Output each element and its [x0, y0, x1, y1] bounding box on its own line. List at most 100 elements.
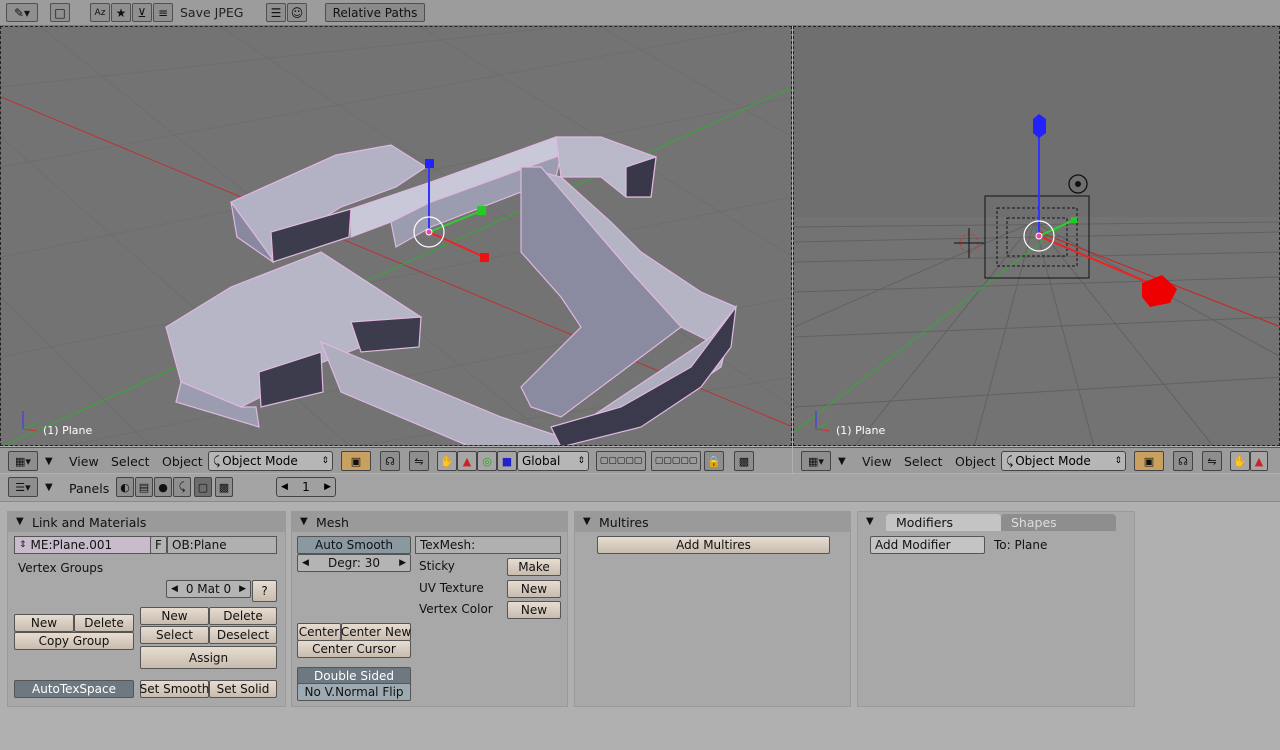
sort-alpha-button[interactable]: Az: [90, 3, 110, 22]
layer-buttons-1[interactable]: ▢▢▢▢▢: [596, 451, 646, 471]
set-smooth-button[interactable]: Set Smooth: [140, 680, 209, 698]
window-toggle-button[interactable]: □: [50, 3, 70, 22]
scene-context-button[interactable]: ▩: [215, 477, 233, 497]
material-select-button[interactable]: Select: [140, 626, 209, 644]
manipulator-toggle[interactable]: ✋: [1230, 451, 1250, 471]
pivot-button[interactable]: ☊: [380, 451, 400, 471]
material-delete-button[interactable]: Delete: [209, 607, 277, 625]
modifier-target-label: To: Plane: [994, 538, 1048, 552]
center-new-button[interactable]: Center New: [341, 623, 411, 641]
translate-manipulator[interactable]: ▲: [457, 451, 477, 471]
editor-type-button[interactable]: ✎▾: [6, 3, 38, 22]
sort-ext-button[interactable]: ≡: [153, 3, 173, 22]
tex-mesh-field[interactable]: TexMesh:: [415, 536, 561, 554]
buttons-window-icon: ☰▾: [15, 480, 31, 494]
auto-smooth-toggle[interactable]: Auto Smooth: [297, 536, 411, 554]
auto-tex-space-toggle[interactable]: AutoTexSpace: [14, 680, 134, 698]
pivot-button[interactable]: ☊: [1173, 451, 1193, 471]
fake-user-button[interactable]: F: [150, 536, 167, 554]
x-handle[interactable]: [480, 253, 489, 262]
material-new-button[interactable]: New: [140, 607, 209, 625]
scale-manipulator[interactable]: ■: [497, 451, 517, 471]
details-toggle-button[interactable]: ☰: [266, 3, 286, 22]
orientation-select[interactable]: Global ⇕: [517, 451, 589, 471]
object-menu[interactable]: Object: [162, 454, 203, 469]
rotate-manipulator[interactable]: ◎: [477, 451, 497, 471]
copy-group-button[interactable]: Copy Group: [14, 632, 134, 650]
no-vnormal-flip-toggle[interactable]: No V.Normal Flip: [297, 683, 411, 701]
object-context-button[interactable]: ⤹: [173, 477, 191, 497]
material-assign-button[interactable]: Assign: [140, 646, 277, 669]
z-handle[interactable]: [425, 159, 434, 168]
script-context-button[interactable]: ▤: [135, 477, 153, 497]
menu-collapse-icon[interactable]: ▼: [45, 482, 53, 493]
layer-buttons-2[interactable]: ▢▢▢▢▢: [651, 451, 701, 471]
lock-view-button[interactable]: 🔒: [704, 451, 724, 471]
set-solid-button[interactable]: Set Solid: [209, 680, 277, 698]
mode-select[interactable]: ⤹ Object Mode ⇕: [208, 451, 333, 471]
tab-modifiers[interactable]: Modifiers: [886, 514, 1001, 531]
tab-modifiers-label: Modifiers: [896, 515, 954, 530]
mesh-name-value: ME:Plane.001: [30, 538, 113, 552]
shading-context-button[interactable]: ●: [154, 477, 172, 497]
layers-lock-button[interactable]: ⇋: [1202, 451, 1222, 471]
editor-type-button[interactable]: ☰▾: [8, 477, 38, 497]
select-menu[interactable]: Select: [111, 454, 150, 469]
mode-select[interactable]: ⤹ Object Mode ⇕: [1001, 451, 1126, 471]
vertex-group-new-button[interactable]: New: [14, 614, 74, 632]
sort-alpha-icon: Az: [94, 7, 106, 18]
link-materials-title[interactable]: ▼ Link and Materials: [8, 512, 285, 532]
select-menu[interactable]: Select: [904, 454, 943, 469]
sticky-make-button[interactable]: Make: [507, 558, 561, 576]
degree-field[interactable]: ◀ Degr: 30 ▶: [297, 554, 411, 572]
draw-type-button[interactable]: ▣: [341, 451, 371, 471]
save-format-label: Save JPEG: [180, 5, 244, 20]
star-icon: ★: [115, 5, 127, 20]
logic-context-button[interactable]: ◐: [116, 477, 134, 497]
ghost-toggle-button[interactable]: ☺: [287, 3, 307, 22]
viewport-left-object-label: (1) Plane: [43, 424, 93, 437]
layers-lock-button[interactable]: ⇋: [409, 451, 429, 471]
viewport-3d-perspective[interactable]: (1) Plane: [0, 26, 792, 446]
object-menu[interactable]: Object: [955, 454, 996, 469]
uv-texture-new-button[interactable]: New: [507, 580, 561, 598]
material-deselect-button[interactable]: Deselect: [209, 626, 277, 644]
material-help-button[interactable]: ?: [252, 580, 277, 602]
view-menu[interactable]: View: [862, 454, 892, 469]
object-name-field[interactable]: OB:Plane: [167, 536, 277, 554]
render-preview-button[interactable]: ▩: [734, 451, 754, 471]
translate-manipulator[interactable]: ▲: [1250, 451, 1268, 471]
editor-type-button[interactable]: ▦▾: [8, 451, 38, 471]
draw-type-button[interactable]: ▣: [1134, 451, 1164, 471]
editor-type-button[interactable]: ▦▾: [801, 451, 831, 471]
x-handle[interactable]: [1142, 275, 1177, 307]
menu-collapse-icon[interactable]: ▼: [45, 456, 53, 467]
y-handle[interactable]: [1071, 217, 1077, 223]
add-multires-button[interactable]: Add Multires: [597, 536, 830, 554]
center-button[interactable]: Center: [297, 623, 341, 641]
view-menu[interactable]: View: [69, 454, 99, 469]
mesh-datablock-field[interactable]: ⇕ ME:Plane.001: [14, 536, 156, 554]
relative-paths-toggle[interactable]: Relative Paths: [325, 3, 425, 22]
sort-time-button[interactable]: ★: [111, 3, 131, 22]
manipulator-toggle[interactable]: ✋: [437, 451, 457, 471]
mesh-title[interactable]: ▼ Mesh: [292, 512, 567, 532]
updown-icon: ⇕: [577, 456, 585, 466]
tab-shapes[interactable]: Shapes: [1001, 514, 1116, 531]
add-modifier-menu[interactable]: Add Modifier: [870, 536, 985, 554]
center-cursor-button[interactable]: Center Cursor: [297, 640, 411, 658]
viewport-3d-camera[interactable]: (1) Plane: [793, 26, 1280, 446]
y-handle[interactable]: [477, 206, 486, 215]
vertex-color-new-button[interactable]: New: [507, 601, 561, 619]
frame-number-field[interactable]: ◀ 1 ▶: [276, 477, 336, 497]
material-index-field[interactable]: ◀ 0 Mat 0 ▶: [166, 580, 251, 598]
editing-context-button[interactable]: ▢: [194, 477, 212, 497]
menu-collapse-icon[interactable]: ▼: [838, 456, 846, 467]
mode-select-value: Object Mode: [222, 454, 298, 468]
collapse-triangle-icon[interactable]: ▼: [866, 516, 874, 527]
pivot-icon: ☊: [1178, 454, 1188, 468]
vertex-group-delete-button[interactable]: Delete: [74, 614, 134, 632]
multires-title[interactable]: ▼ Multires: [575, 512, 850, 532]
vertex-groups-label: Vertex Groups: [18, 561, 104, 575]
sort-size-button[interactable]: ⊻: [132, 3, 152, 22]
